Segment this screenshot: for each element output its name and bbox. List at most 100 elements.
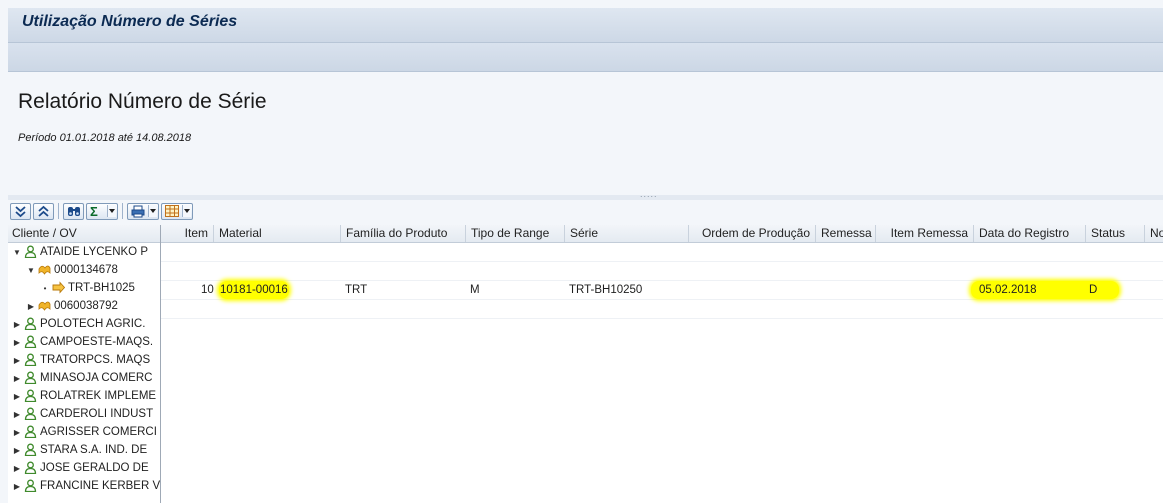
collapse-all-button[interactable] xyxy=(33,202,54,220)
collapsed-arrow-icon[interactable]: ▶ xyxy=(26,298,36,316)
leaf-bullet-icon: • xyxy=(43,284,47,293)
column-header-ordem-producao[interactable]: Ordem de Produção xyxy=(689,225,816,242)
collapsed-arrow-icon[interactable]: ▶ xyxy=(12,424,22,442)
expand-all-button[interactable] xyxy=(10,202,31,220)
serial-number-icon xyxy=(52,281,65,295)
sum-icon: Σ xyxy=(90,203,98,219)
collapsed-arrow-icon[interactable]: ▶ xyxy=(12,370,22,388)
tree-node-label: TRATORPCS. MAQS xyxy=(40,354,151,366)
toolbar-separator xyxy=(58,203,59,219)
collapsed-arrow-icon[interactable]: ▶ xyxy=(12,460,22,478)
customer-icon xyxy=(24,390,37,403)
column-header-item-remessa[interactable]: Item Remessa xyxy=(876,225,974,242)
tree-node-label: STARA S.A. IND. DE xyxy=(40,444,148,456)
tree-node-label: 0060038792 xyxy=(54,300,118,312)
column-header-material[interactable]: Material xyxy=(214,225,341,242)
collapsed-arrow-icon[interactable]: ▶ xyxy=(12,442,22,460)
customer-icon xyxy=(24,354,37,367)
find-icon xyxy=(67,206,80,216)
tree-node-label: 0000134678 xyxy=(54,264,118,276)
find-button[interactable] xyxy=(63,202,84,220)
dropdown-arrow-icon xyxy=(184,209,190,213)
cell-serie: TRT-BH10250 xyxy=(569,284,643,296)
column-header-notes[interactable]: Not xyxy=(1145,225,1163,242)
tree-node-label: MINASOJA COMERC xyxy=(40,372,153,384)
collapse-all-icon xyxy=(38,205,49,217)
title-bar: Utilização Número de Séries xyxy=(8,8,1163,43)
tree-node[interactable]: ▶ MINASOJA COMERC xyxy=(8,369,160,387)
print-button[interactable] xyxy=(127,202,159,220)
collapsed-arrow-icon[interactable]: ▶ xyxy=(12,334,22,352)
report-title: Relatório Número de Série xyxy=(18,90,267,113)
tree-node-label: TRT-BH1025 xyxy=(68,282,135,294)
table-row[interactable]: 10 10181-00016 TRT M TRT-BH10250 05.02.2… xyxy=(161,281,1163,300)
tree-header[interactable]: Cliente / OV xyxy=(8,225,160,243)
tree-node[interactable]: ▶ ROLATREK IMPLEME xyxy=(8,387,160,405)
tree-node[interactable]: ▶ AGRISSER COMERCI xyxy=(8,423,160,441)
customer-icon xyxy=(24,372,37,385)
cell-status: D xyxy=(1089,284,1098,296)
tree-node-label: AGRISSER COMERCI xyxy=(40,426,157,438)
column-header-remessa[interactable]: Remessa xyxy=(816,225,876,242)
column-header-familia[interactable]: Família do Produto xyxy=(341,225,466,242)
print-icon xyxy=(131,205,145,217)
layout-dropdown[interactable] xyxy=(182,205,191,217)
print-dropdown[interactable] xyxy=(148,205,157,217)
tree-node[interactable]: ▶ FRANCINE KERBER V xyxy=(8,477,160,495)
collapsed-arrow-icon[interactable]: ▶ xyxy=(12,316,22,334)
sum-dropdown[interactable] xyxy=(107,205,116,217)
column-header-tipo-range[interactable]: Tipo de Range xyxy=(466,225,565,242)
customer-icon xyxy=(24,246,37,259)
cell-familia: TRT xyxy=(345,284,368,296)
tree-node[interactable]: ▶ 0060038792 xyxy=(8,297,160,315)
toolbar-separator xyxy=(122,203,123,219)
application-toolbar xyxy=(8,43,1163,72)
expanded-arrow-icon[interactable]: ▼ xyxy=(12,244,22,262)
customer-icon xyxy=(24,408,37,421)
tree-node-label: JOSE GERALDO DE xyxy=(40,462,149,474)
tree-node[interactable]: ▼ 0000134678 xyxy=(8,261,160,279)
cell-material: 10181-00016 xyxy=(219,281,289,299)
tree-node[interactable]: ▶ POLOTECH AGRIC. xyxy=(8,315,160,333)
layout-button[interactable] xyxy=(161,202,193,220)
tree-node[interactable]: • TRT-BH1025 xyxy=(8,279,160,297)
collapsed-arrow-icon[interactable]: ▶ xyxy=(12,478,22,496)
collapsed-arrow-icon[interactable]: ▶ xyxy=(12,388,22,406)
detail-grid: Item Material Família do Produto Tipo de… xyxy=(161,225,1163,503)
column-header-serie[interactable]: Série xyxy=(565,225,689,242)
tree-node[interactable]: ▶ TRATORPCS. MAQS xyxy=(8,351,160,369)
tree-node[interactable]: ▶ CAMPOESTE-MAQS. xyxy=(8,333,160,351)
customer-tree: Cliente / OV ▼ ATAIDE LYCENKO P ▼ 000013467… xyxy=(8,225,161,503)
splitter[interactable]: ..... xyxy=(8,189,1163,200)
tree-node[interactable]: ▶ CARDEROLI INDUST xyxy=(8,405,160,423)
dropdown-arrow-icon xyxy=(150,209,156,213)
grid-row-empty xyxy=(161,243,1163,262)
sum-button[interactable]: Σ xyxy=(86,202,118,220)
collapsed-arrow-icon[interactable]: ▶ xyxy=(12,406,22,424)
expanded-arrow-icon[interactable]: ▼ xyxy=(26,262,36,280)
customer-icon xyxy=(24,318,37,331)
grid-header: Item Material Família do Produto Tipo de… xyxy=(161,225,1163,243)
splitter-grip[interactable]: ..... xyxy=(640,189,658,199)
column-header-status[interactable]: Status xyxy=(1086,225,1145,242)
column-header-data-registro[interactable]: Data do Registro xyxy=(974,225,1086,242)
tree-node[interactable]: ▶ STARA S.A. IND. DE xyxy=(8,441,160,459)
grid-row-empty xyxy=(161,262,1163,281)
cell-item: 10 xyxy=(201,284,214,296)
collapsed-arrow-icon[interactable]: ▶ xyxy=(12,352,22,370)
tree-body: ▼ ATAIDE LYCENKO P ▼ 0000134678 • TRT-BH1025 ▶… xyxy=(8,243,160,495)
tree-node-label: CARDEROLI INDUST xyxy=(40,408,154,420)
sales-order-icon xyxy=(38,302,51,312)
report-area: Relatório Número de Série Período 01.01.… xyxy=(8,72,1163,503)
tree-node[interactable]: ▼ ATAIDE LYCENKO P xyxy=(8,243,160,261)
customer-icon xyxy=(24,462,37,475)
tree-node-label: ROLATREK IMPLEME xyxy=(40,390,157,402)
dropdown-arrow-icon xyxy=(109,209,115,213)
cell-tipo-range: M xyxy=(470,284,480,296)
tree-node[interactable]: ▶ JOSE GERALDO DE xyxy=(8,459,160,477)
layout-icon xyxy=(165,205,179,217)
sales-order-icon xyxy=(38,266,51,276)
alv-toolbar: Σ xyxy=(10,201,195,221)
customer-icon xyxy=(24,336,37,349)
column-header-item[interactable]: Item xyxy=(161,225,214,242)
